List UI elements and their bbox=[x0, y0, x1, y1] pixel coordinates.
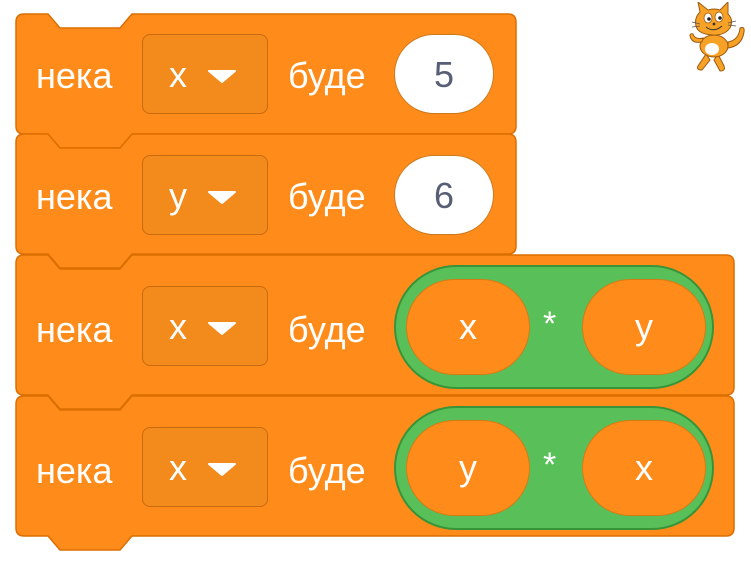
variable-reporter-left[interactable]: y bbox=[406, 420, 530, 516]
set-variable-block[interactable]: нека x буде 5 bbox=[15, 13, 517, 149]
dropdown-arrow-icon bbox=[208, 191, 236, 204]
set-variable-block[interactable]: нека y буде 6 bbox=[15, 133, 517, 269]
block-keyword: нека bbox=[36, 55, 113, 96]
script-stack: нека x буде 5 нека y буде 6 нека x буде … bbox=[0, 0, 751, 561]
variable-dropdown-value: x bbox=[169, 447, 187, 488]
variable-reporter-right[interactable]: x bbox=[582, 420, 706, 516]
variable-dropdown-value: y bbox=[169, 175, 187, 216]
block-keyword: нека bbox=[36, 450, 113, 491]
variable-reporter-left[interactable]: x bbox=[406, 279, 530, 375]
variable-dropdown[interactable]: x bbox=[142, 34, 268, 114]
variable-reporter-right[interactable]: y bbox=[582, 279, 706, 375]
variable-dropdown-value: x bbox=[169, 54, 187, 95]
block-keyword-to: буде bbox=[288, 176, 366, 217]
block-keyword: нека bbox=[36, 309, 113, 350]
value-input[interactable]: 6 bbox=[394, 155, 494, 235]
value-input-text: 5 bbox=[433, 54, 455, 95]
multiply-operator-symbol: * bbox=[543, 305, 557, 343]
dropdown-arrow-icon bbox=[208, 70, 236, 83]
variable-dropdown[interactable]: y bbox=[142, 155, 268, 235]
scratch-cat-icon bbox=[689, 2, 745, 72]
set-variable-block[interactable]: нека x буде y * x bbox=[15, 395, 735, 551]
variable-reporter-label: y bbox=[459, 447, 477, 488]
value-input-text: 6 bbox=[433, 175, 455, 216]
block-keyword-to: буде bbox=[288, 55, 366, 96]
variable-dropdown[interactable]: x bbox=[142, 427, 268, 507]
multiply-operator-block[interactable]: y * x bbox=[394, 406, 714, 530]
variable-dropdown[interactable]: x bbox=[142, 286, 268, 366]
block-keyword-to: буде bbox=[288, 450, 366, 491]
dropdown-arrow-icon bbox=[208, 463, 236, 476]
set-variable-block[interactable]: нека x буде x * y bbox=[15, 254, 735, 410]
variable-reporter-label: x bbox=[635, 447, 653, 488]
multiply-operator-block[interactable]: x * y bbox=[394, 265, 714, 389]
multiply-operator-symbol: * bbox=[543, 446, 557, 484]
value-input[interactable]: 5 bbox=[394, 34, 494, 114]
variable-reporter-label: y bbox=[635, 306, 653, 347]
block-keyword: нека bbox=[36, 176, 113, 217]
variable-reporter-label: x bbox=[459, 306, 477, 347]
block-keyword-to: буде bbox=[288, 309, 366, 350]
variable-dropdown-value: x bbox=[169, 306, 187, 347]
dropdown-arrow-icon bbox=[208, 322, 236, 335]
